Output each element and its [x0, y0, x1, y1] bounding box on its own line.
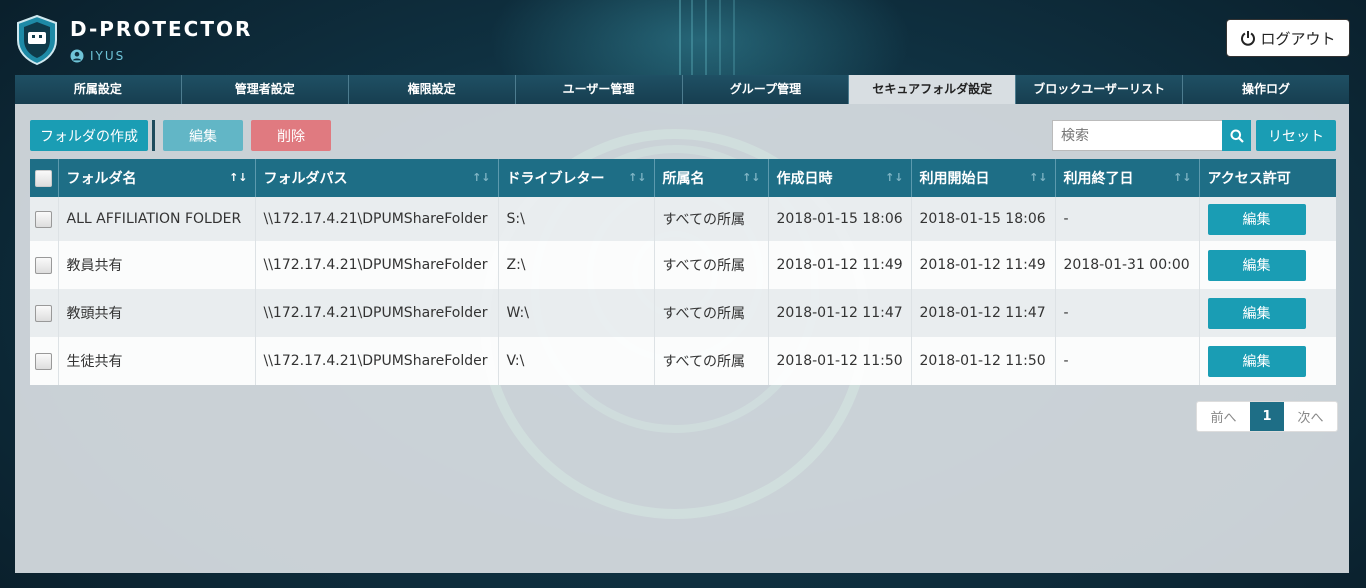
brand-title: D-PROTECTOR — [70, 17, 253, 41]
start-date: 2018-01-12 11:50 — [911, 337, 1056, 385]
row-checkbox[interactable] — [35, 256, 52, 274]
current-user: IYUS — [70, 49, 125, 63]
column-header-folder-name[interactable]: フォルダ名 ↑↓ — [58, 159, 256, 197]
end-date: - — [1055, 197, 1200, 241]
end-date: - — [1055, 289, 1200, 337]
search-box — [1052, 120, 1251, 151]
folder-name: 教頭共有 — [58, 289, 256, 337]
tab-operation-log[interactable]: 操作ログ — [1183, 75, 1349, 104]
drive-letter: V:\ — [498, 337, 655, 385]
created-date: 2018-01-12 11:47 — [768, 289, 912, 337]
end-date: 2018-01-31 00:00 — [1055, 241, 1200, 289]
power-icon — [1241, 31, 1256, 46]
start-date: 2018-01-12 11:47 — [911, 289, 1056, 337]
table-row: 生徒共有 \\172.17.4.21\DPUMShareFolder V:\ す… — [30, 337, 1336, 385]
delete-button[interactable]: 削除 — [251, 120, 331, 151]
access-cell: 編集 — [1199, 289, 1336, 337]
next-page-button[interactable]: 次へ — [1284, 402, 1337, 431]
folder-path: \\172.17.4.21\DPUMShareFolder — [255, 197, 499, 241]
tab-admin-settings[interactable]: 管理者設定 — [181, 75, 349, 104]
folder-name: 生徒共有 — [58, 337, 256, 385]
sort-icon: ↑↓ — [628, 171, 647, 184]
end-date: - — [1055, 337, 1200, 385]
tab-block-user-list[interactable]: ブロックユーザーリスト — [1016, 75, 1184, 104]
affiliation: すべての所属 — [654, 241, 769, 289]
row-checkbox[interactable] — [35, 352, 52, 370]
table-row: ALL AFFILIATION FOLDER \\172.17.4.21\DPU… — [30, 197, 1336, 241]
access-cell: 編集 — [1199, 337, 1336, 385]
table-row: 教頭共有 \\172.17.4.21\DPUMShareFolder W:\ す… — [30, 289, 1336, 337]
row-edit-button[interactable]: 編集 — [1207, 345, 1306, 377]
app-header: D-PROTECTOR IYUS ログアウト — [0, 0, 1366, 75]
tab-user-management[interactable]: ユーザー管理 — [515, 75, 683, 104]
logout-button[interactable]: ログアウト — [1226, 19, 1350, 57]
row-edit-button[interactable]: 編集 — [1207, 203, 1306, 235]
folder-path: \\172.17.4.21\DPUMShareFolder — [255, 241, 499, 289]
search-input[interactable] — [1052, 120, 1222, 151]
sort-icon: ↑↓ — [472, 171, 491, 184]
toolbar-divider — [152, 120, 155, 151]
create-folder-button[interactable]: フォルダの作成 — [30, 120, 148, 151]
row-checkbox[interactable] — [35, 210, 52, 228]
created-date: 2018-01-12 11:50 — [768, 337, 912, 385]
search-icon — [1230, 129, 1244, 143]
drive-letter: S:\ — [498, 197, 655, 241]
column-header-folder-path[interactable]: フォルダパス ↑↓ — [255, 159, 499, 197]
reset-button[interactable]: リセット — [1256, 120, 1336, 151]
secure-folder-panel: フォルダの作成 編集 削除 リセット フォルダ名↑↓ フォルダパス↑↓ ドライブ… — [15, 104, 1349, 573]
select-all-checkbox[interactable] — [35, 169, 52, 187]
main-nav-tabs: 所属設定 管理者設定 権限設定 ユーザー管理 グループ管理 セキュアフォルダ設定… — [15, 75, 1349, 104]
folder-path: \\172.17.4.21\DPUMShareFolder — [255, 289, 499, 337]
tab-permission-settings[interactable]: 権限設定 — [348, 75, 516, 104]
column-header-access: アクセス許可 — [1207, 171, 1291, 187]
column-header-affiliation[interactable]: 所属名 ↑↓ — [654, 159, 769, 197]
column-header-drive-letter[interactable]: ドライブレター ↑↓ — [498, 159, 655, 197]
tab-group-management[interactable]: グループ管理 — [682, 75, 850, 104]
drive-letter: Z:\ — [498, 241, 655, 289]
shield-logo-icon — [17, 14, 57, 66]
sort-icon: ↑↓ — [742, 171, 761, 184]
tab-secure-folder-settings[interactable]: セキュアフォルダ設定 — [849, 75, 1017, 104]
folder-path: \\172.17.4.21\DPUMShareFolder — [255, 337, 499, 385]
table-row: 教員共有 \\172.17.4.21\DPUMShareFolder Z:\ す… — [30, 241, 1336, 289]
user-icon — [70, 49, 84, 63]
sort-icon: ↑↓ — [1173, 171, 1192, 184]
start-date: 2018-01-15 18:06 — [911, 197, 1056, 241]
start-date: 2018-01-12 11:49 — [911, 241, 1056, 289]
drive-letter: W:\ — [498, 289, 655, 337]
prev-page-button[interactable]: 前へ — [1197, 402, 1250, 431]
row-edit-button[interactable]: 編集 — [1207, 249, 1306, 281]
edit-button[interactable]: 編集 — [163, 120, 243, 151]
created-date: 2018-01-12 11:49 — [768, 241, 912, 289]
sort-icon: ↑↓ — [885, 171, 904, 184]
column-header-start-date[interactable]: 利用開始日 ↑↓ — [911, 159, 1056, 197]
folder-name: ALL AFFILIATION FOLDER — [58, 197, 256, 241]
tab-affiliation-settings[interactable]: 所属設定 — [15, 75, 182, 104]
sort-icon: ↑↓ — [229, 171, 248, 184]
logout-label: ログアウト — [1260, 29, 1336, 48]
row-checkbox[interactable] — [35, 304, 52, 322]
pagination: 前へ 1 次へ — [1196, 401, 1338, 432]
access-cell: 編集 — [1199, 241, 1336, 289]
access-cell: 編集 — [1199, 197, 1336, 241]
search-button[interactable] — [1222, 120, 1251, 151]
affiliation: すべての所属 — [654, 289, 769, 337]
sort-icon: ↑↓ — [1029, 171, 1048, 184]
column-header-end-date[interactable]: 利用終了日 ↑↓ — [1055, 159, 1200, 197]
action-toolbar: フォルダの作成 編集 削除 — [30, 120, 331, 151]
current-page-button[interactable]: 1 — [1250, 402, 1284, 431]
created-date: 2018-01-15 18:06 — [768, 197, 912, 241]
secure-folder-table: フォルダ名 ↑↓ フォルダパス ↑↓ ドライブレター ↑↓ 所属名 ↑↓ 作成日時 ↑↓ … — [30, 159, 1336, 385]
affiliation: すべての所属 — [654, 337, 769, 385]
folder-name: 教員共有 — [58, 241, 256, 289]
user-name: IYUS — [90, 49, 126, 63]
table-header-row: フォルダ名 ↑↓ フォルダパス ↑↓ ドライブレター ↑↓ 所属名 ↑↓ 作成日時 ↑↓ … — [30, 159, 1336, 197]
row-edit-button[interactable]: 編集 — [1207, 297, 1306, 329]
affiliation: すべての所属 — [654, 197, 769, 241]
column-header-created[interactable]: 作成日時 ↑↓ — [768, 159, 912, 197]
